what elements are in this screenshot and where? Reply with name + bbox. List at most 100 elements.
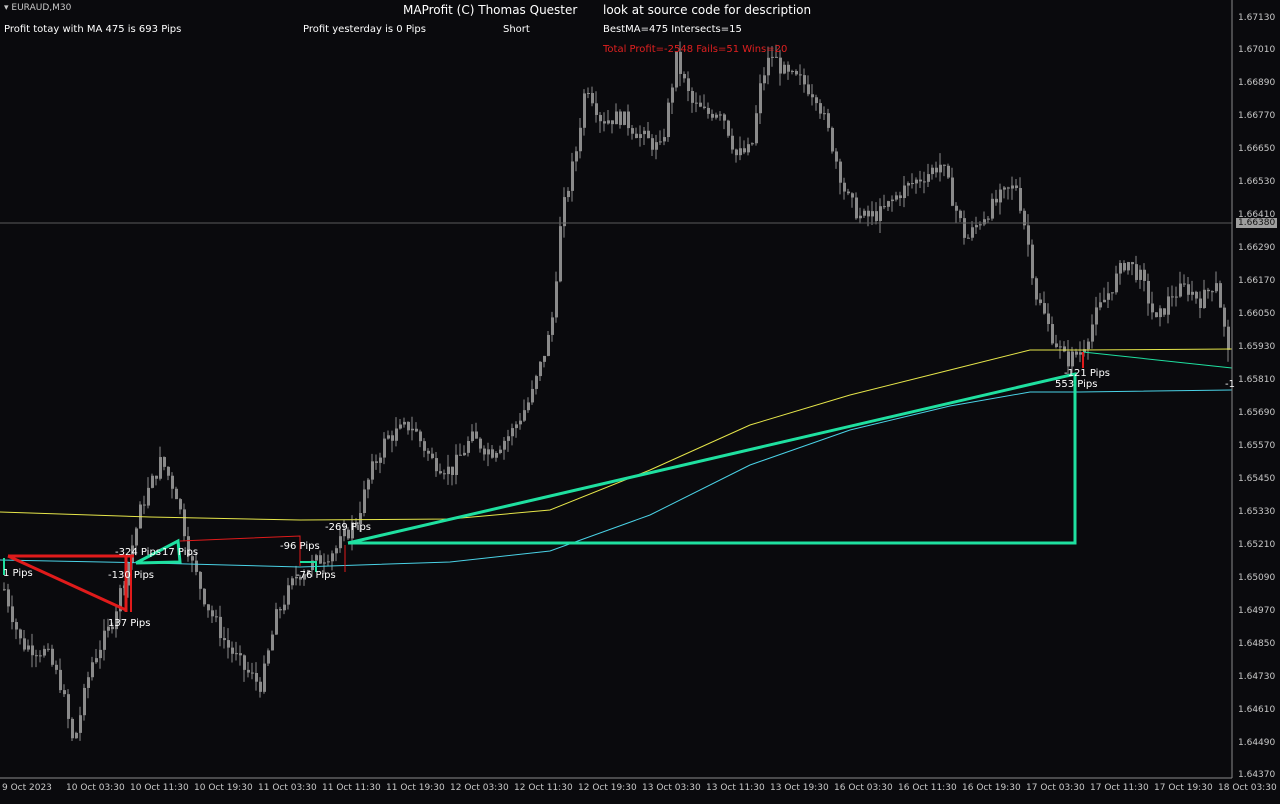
candle-body	[647, 130, 650, 139]
candle-body	[67, 694, 70, 719]
candle-body	[155, 475, 158, 479]
price-tick: 1.65570	[1238, 441, 1276, 451]
candle-body	[507, 436, 510, 441]
candle-body	[1035, 278, 1038, 300]
candle-body	[1131, 262, 1134, 265]
candle-body	[1011, 185, 1014, 189]
candle-body	[499, 449, 502, 453]
trade-label: 137 Pips	[108, 618, 151, 629]
candle-body	[1151, 303, 1154, 313]
price-tick: 1.66290	[1238, 243, 1276, 253]
candle-body	[775, 56, 778, 58]
candle-body	[259, 681, 262, 692]
candle-body	[431, 453, 434, 459]
candle-body	[783, 64, 786, 74]
candle-body	[203, 588, 206, 605]
candle-body	[363, 489, 366, 514]
candle-body	[899, 195, 902, 199]
candle-body	[803, 75, 806, 85]
candle-body	[631, 128, 634, 134]
candle-body	[731, 135, 734, 150]
candle-body	[895, 195, 898, 200]
candle-body	[935, 167, 938, 173]
candle-body	[103, 630, 106, 650]
candle-body	[11, 606, 14, 623]
candle-body	[511, 428, 514, 437]
candle-body	[747, 144, 750, 153]
candle-body	[651, 138, 654, 150]
candle-body	[1163, 308, 1166, 315]
candle-body	[1223, 307, 1226, 327]
price-tick: 1.65810	[1238, 375, 1276, 385]
candle-body	[927, 174, 930, 182]
time-tick: 18 Oct 03:30	[1218, 783, 1277, 793]
candle-body	[915, 179, 918, 184]
candle-body	[439, 471, 442, 474]
candle-body	[1119, 263, 1122, 274]
candle-body	[75, 732, 78, 739]
candle-body	[551, 317, 554, 335]
candle-body	[1087, 341, 1090, 350]
candle-body	[1139, 269, 1142, 280]
candle-body	[475, 431, 478, 439]
triangle-down-icon[interactable]: ▾	[4, 3, 9, 13]
candle-body	[367, 479, 370, 490]
candle-body	[263, 663, 266, 692]
time-tick: 12 Oct 11:30	[514, 783, 573, 793]
candle-body	[291, 578, 294, 586]
chart-canvas[interactable]	[0, 0, 1280, 800]
candle-body	[167, 466, 170, 476]
candle-body	[975, 225, 978, 228]
candle-body	[491, 449, 494, 458]
candle-body	[427, 450, 430, 454]
candle-body	[947, 165, 950, 178]
candle-body	[815, 97, 818, 104]
symbol-label[interactable]: ▾ EURAUD,M30	[4, 3, 71, 13]
candle-body	[211, 610, 214, 617]
indicator-title: MAProfit (C) Thomas Quester	[403, 3, 578, 17]
candle-body	[971, 227, 974, 238]
candle-body	[47, 648, 50, 650]
candle-body	[231, 647, 234, 654]
candle-body	[811, 94, 814, 98]
candle-body	[951, 177, 954, 206]
candle-body	[891, 199, 894, 202]
candle-body	[1067, 351, 1070, 367]
candle-body	[851, 193, 854, 198]
candle-body	[135, 528, 138, 546]
candle-body	[1227, 326, 1230, 350]
candle-body	[23, 638, 26, 650]
candle-body	[691, 90, 694, 103]
candle-body	[1099, 302, 1102, 308]
candle-body	[1043, 303, 1046, 314]
price-tick: 1.66650	[1238, 144, 1276, 154]
price-tick: 1.67010	[1238, 45, 1276, 55]
candle-body	[839, 161, 842, 183]
candle-body	[1107, 293, 1110, 300]
candle-body	[727, 120, 730, 136]
profit-yesterday-text: Profit yesterday is 0 Pips	[303, 24, 426, 35]
candle-body	[275, 609, 278, 635]
candle-body	[687, 78, 690, 91]
candle-body	[451, 466, 454, 475]
candle-body	[887, 201, 890, 207]
candle-body	[831, 127, 834, 152]
candle-body	[955, 205, 958, 211]
candle-body	[575, 151, 578, 162]
candle-body	[711, 113, 714, 118]
candle-body	[95, 658, 98, 663]
candle-body	[171, 475, 174, 489]
candle-body	[1115, 273, 1118, 293]
candle-body	[271, 634, 274, 651]
candle-body	[939, 164, 942, 173]
candle-body	[467, 440, 470, 453]
candle-body	[487, 449, 490, 455]
candle-body	[623, 111, 626, 125]
candle-body	[175, 488, 178, 500]
candle-body	[639, 134, 642, 139]
price-chart[interactable]	[0, 0, 1280, 800]
moving-average-yellow	[0, 348, 1233, 521]
candle-body	[611, 120, 614, 125]
candle-body	[455, 454, 458, 475]
price-tick: 1.66050	[1238, 309, 1276, 319]
